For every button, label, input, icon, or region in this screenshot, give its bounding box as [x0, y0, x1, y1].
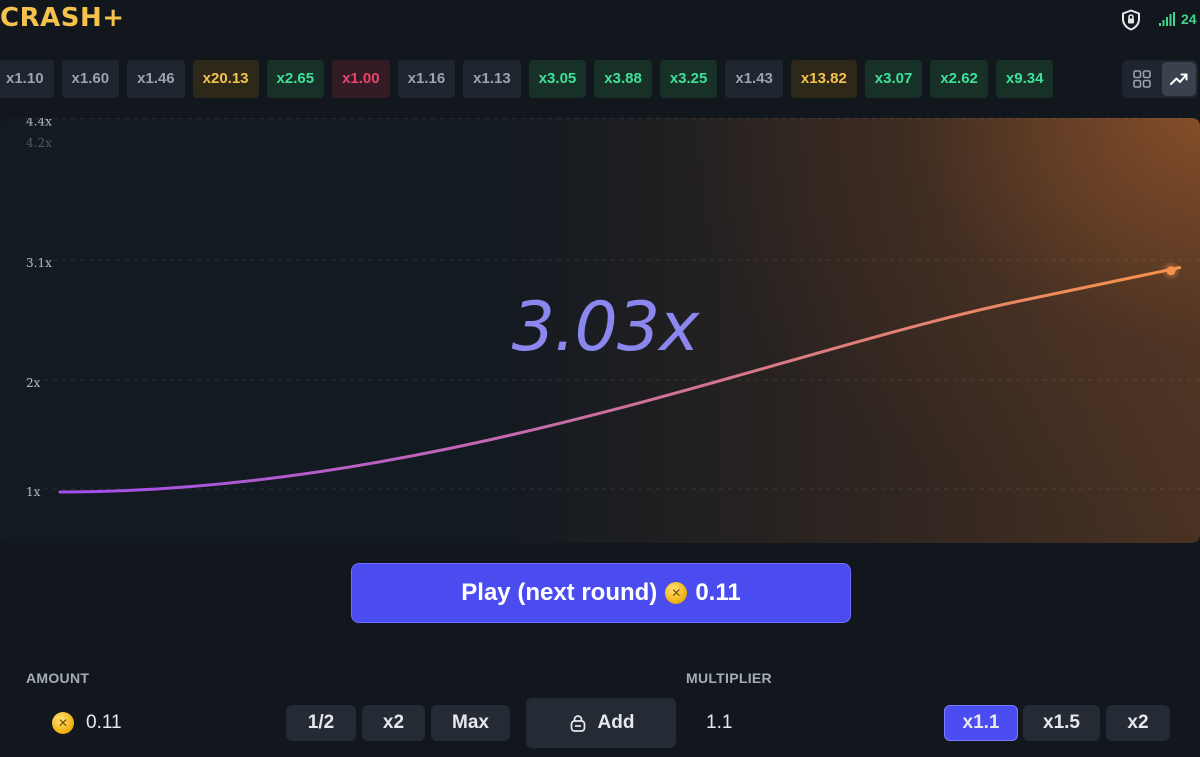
history-chip[interactable]: x3.05	[528, 60, 587, 98]
ping-value: 24	[1181, 11, 1197, 27]
game-chart-panel: 1x 2x 3.1x 4.2x 4.4x 3.03x	[0, 118, 1200, 543]
y-tick-label: 3.1x	[26, 256, 52, 270]
history-chip[interactable]: x2.65	[266, 60, 325, 98]
y-tick-label: 4.2x	[26, 136, 52, 150]
coin-icon	[52, 712, 74, 734]
multiplier-preset-1-5[interactable]: x1.5	[1023, 705, 1100, 741]
multiplier-preset-1-1[interactable]: x1.1	[944, 705, 1018, 741]
grid-icon	[1133, 70, 1151, 88]
chart-view-button[interactable]	[1162, 62, 1196, 96]
history-chip[interactable]: x20.13	[192, 60, 259, 98]
history-chip[interactable]: x1.43	[725, 60, 783, 98]
history-chip[interactable]: x3.25	[659, 60, 718, 98]
multiplier-history: x1.10 x1.60 x1.46 x20.13 x2.65 x1.00 x1.16 x1.1…	[0, 60, 1112, 98]
trend-chart-icon	[1170, 73, 1188, 85]
top-bar: CRASH+ 24	[0, 0, 1200, 42]
history-chip[interactable]: x1.46	[127, 60, 185, 98]
play-button-label: Play (next round)	[461, 579, 658, 606]
half-amount-button[interactable]: 1/2	[286, 705, 356, 741]
amount-input[interactable]: 0.11	[38, 700, 278, 746]
history-chip[interactable]: x1.00	[332, 60, 390, 98]
y-tick-label: 2x	[26, 376, 41, 390]
amount-label: AMOUNT	[26, 670, 90, 686]
history-chip[interactable]: x13.82	[790, 60, 857, 98]
game-logo: CRASH+	[0, 3, 125, 33]
add-bet-label: Add	[597, 712, 635, 733]
play-button-amount: 0.11	[695, 579, 741, 606]
add-bet-button[interactable]: Add	[526, 698, 676, 748]
history-chip[interactable]: x1.60	[61, 60, 120, 98]
history-chip[interactable]: x3.07	[864, 60, 923, 98]
shield-icon[interactable]	[1119, 8, 1143, 32]
coin-icon	[665, 582, 688, 604]
curve-head	[1166, 266, 1176, 276]
history-chip[interactable]: x9.34	[995, 60, 1054, 98]
y-tick-label: 4.4x	[26, 118, 52, 128]
signal-bars-icon	[1159, 12, 1175, 26]
multiplier-preset-2[interactable]: x2	[1106, 705, 1170, 741]
y-tick-label: 1x	[26, 485, 41, 499]
view-toggle	[1122, 60, 1198, 98]
amount-value: 0.11	[86, 712, 122, 733]
play-button[interactable]: Play (next round) 0.11	[351, 563, 851, 623]
double-amount-button[interactable]: x2	[362, 705, 425, 741]
grid-view-button[interactable]	[1125, 62, 1159, 96]
max-amount-button[interactable]: Max	[431, 705, 510, 741]
history-chip[interactable]: x1.10	[0, 60, 54, 98]
multiplier-input[interactable]: 1.1	[706, 712, 732, 734]
bag-icon	[570, 715, 585, 732]
history-chip[interactable]: x3.88	[594, 60, 652, 98]
multiplier-label: MULTIPLIER	[686, 670, 772, 686]
history-chip[interactable]: x1.13	[463, 60, 521, 98]
history-chip[interactable]: x1.16	[397, 60, 456, 98]
current-multiplier: 3.03x	[511, 288, 700, 367]
history-chip[interactable]: x2.62	[930, 60, 988, 98]
